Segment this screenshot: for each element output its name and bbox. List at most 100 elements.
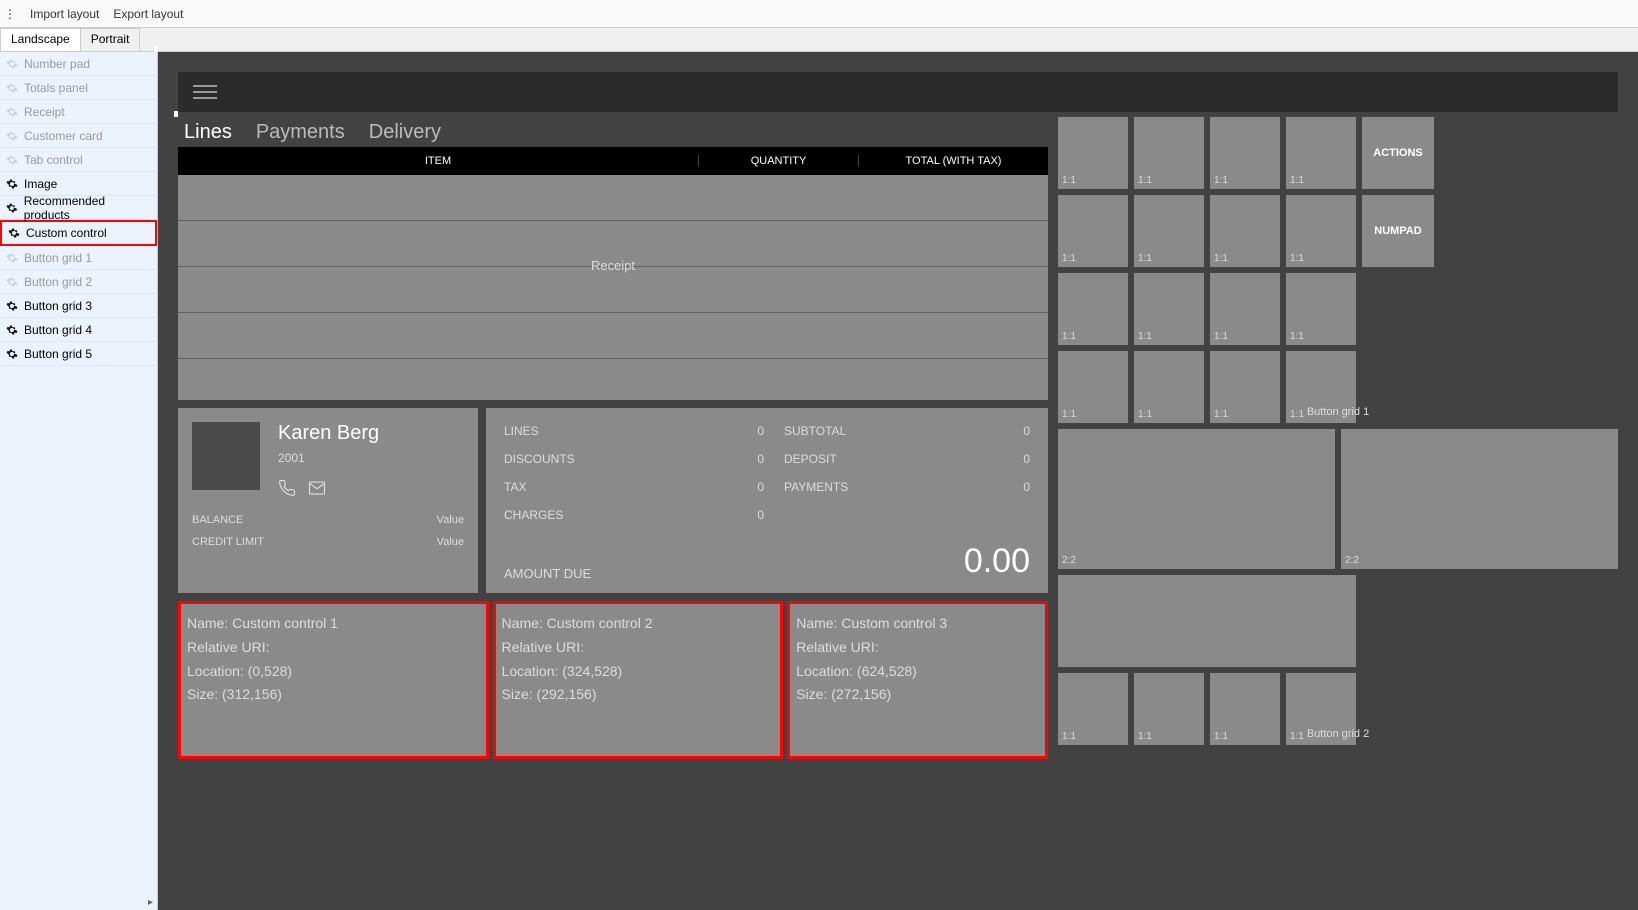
sidebar-item-label: Button grid 1 <box>24 251 92 265</box>
button-grid-full[interactable] <box>1058 575 1618 667</box>
totals-charges-label: CHARGES <box>504 508 644 522</box>
resize-handle[interactable] <box>174 111 176 117</box>
grid-cell[interactable]: 1:1 <box>1286 195 1356 267</box>
orientation-tabs: Landscape Portrait <box>0 28 1638 52</box>
actions-button[interactable]: ACTIONS <box>1362 117 1434 189</box>
sidebar-item-label: Customer card <box>24 129 103 143</box>
custom-control-panel[interactable]: Name: Custom control 3Relative URI:Locat… <box>787 601 1048 759</box>
sidebar-item-label: Button grid 5 <box>24 347 92 361</box>
grid-cell[interactable]: 1:1 <box>1058 273 1128 345</box>
button-grid-top[interactable]: 1:1 1:1 1:1 1:1 1:1 1:1 1:1 1:1 <box>1058 117 1356 267</box>
grid-cell[interactable]: 1:1 <box>1210 273 1280 345</box>
grid-cell[interactable]: 1:1 <box>1134 117 1204 189</box>
sidebar-item: Button grid 2 <box>0 270 157 294</box>
grid-cell[interactable]: 1:1 <box>1286 273 1356 345</box>
sidebar-collapse-icon[interactable]: ▸ <box>146 895 155 910</box>
sidebar-item: Tab control <box>0 148 157 172</box>
mail-icon[interactable] <box>307 479 327 497</box>
sidebar-item[interactable]: Image <box>0 172 157 196</box>
sidebar-item[interactable]: Button grid 5 <box>0 342 157 366</box>
button-grid-2-panel[interactable]: 1:1 1:1 1:1 1:1 Button grid 2 <box>1058 673 1618 745</box>
grid-cell[interactable]: 1:1 <box>1058 117 1128 189</box>
totals-lines-label: LINES <box>504 424 644 438</box>
grid-cell[interactable]: 1:1 <box>1134 273 1204 345</box>
receipt-tabs: Lines Payments Delivery <box>178 117 1048 147</box>
custom-control-panel[interactable]: Name: Custom control 2Relative URI:Locat… <box>493 601 784 759</box>
gear-icon <box>6 202 18 214</box>
sidebar-item: Customer card <box>0 124 157 148</box>
sidebar-item[interactable]: Custom control <box>0 220 157 246</box>
grid-cell[interactable] <box>1058 575 1356 667</box>
receipt-tab-payments[interactable]: Payments <box>256 121 345 144</box>
gear-icon <box>6 324 18 336</box>
customer-card-panel[interactable]: Karen Berg 2001 BALANCEValue CREDIT LIMI… <box>178 408 478 593</box>
tab-landscape[interactable]: Landscape <box>0 28 81 51</box>
custom-control-panel[interactable]: Name: Custom control 1Relative URI:Locat… <box>178 601 489 759</box>
cc-uri: Relative URI: <box>502 636 775 660</box>
totals-subtotal-label: SUBTOTAL <box>764 424 930 438</box>
sidebar-item[interactable]: Button grid 4 <box>0 318 157 342</box>
toolbar-grip-icon: ⋮ <box>4 7 16 21</box>
grid-cell[interactable]: 1:1 <box>1210 195 1280 267</box>
button-grid-1-panel[interactable]: 1:1 1:1 1:1 1:1 1:1 1:1 1:1 1:1 Button g… <box>1058 273 1618 423</box>
receipt-body-label: Receipt <box>178 258 1048 273</box>
layout-canvas[interactable]: Lines Payments Delivery ITEM QUANTITY TO… <box>158 52 1638 910</box>
totals-charges-value: 0 <box>644 508 764 522</box>
numpad-button[interactable]: NUMPAD <box>1362 195 1434 267</box>
sidebar-item: Totals panel <box>0 76 157 100</box>
gear-icon <box>6 348 18 360</box>
gear-icon <box>8 227 20 239</box>
sidebar-item[interactable]: Recommended products <box>0 196 157 220</box>
sidebar-item-label: Button grid 3 <box>24 299 92 313</box>
grid-cell[interactable]: 2:2 <box>1341 429 1618 569</box>
col-item: ITEM <box>178 155 698 167</box>
custom-controls-row: Name: Custom control 1Relative URI:Locat… <box>178 601 1048 759</box>
receipt-grid-header: ITEM QUANTITY TOTAL (WITH TAX) <box>178 147 1048 175</box>
grid-cell[interactable]: 1:1 <box>1210 117 1280 189</box>
button-grid-1-label: Button grid 1 <box>1058 406 1618 418</box>
sidebar-item: Receipt <box>0 100 157 124</box>
button-grid-2x2[interactable]: 2:2 2:2 <box>1058 429 1618 569</box>
totals-panel[interactable]: LINES 0 SUBTOTAL 0 DISCOUNTS 0 DEPOSIT 0 <box>486 408 1048 593</box>
resize-handle[interactable] <box>154 46 156 52</box>
button-grid-2-label: Button grid 2 <box>1058 728 1618 740</box>
sidebar-item-label: Custom control <box>26 226 107 240</box>
sidebar-item: Number pad <box>0 52 157 76</box>
sidebar-item: Button grid 1 <box>0 246 157 270</box>
cc-size: Size: (312,156) <box>187 683 480 707</box>
phone-icon[interactable] <box>278 479 296 497</box>
totals-deposit-value: 0 <box>930 452 1030 466</box>
grid-cell[interactable]: 2:2 <box>1058 429 1335 569</box>
gear-icon <box>6 300 18 312</box>
totals-discounts-label: DISCOUNTS <box>504 452 644 466</box>
cc-location: Location: (324,528) <box>502 660 775 684</box>
hamburger-icon[interactable] <box>193 85 217 99</box>
sidebar-item-label: Recommended products <box>24 194 151 222</box>
balance-value: Value <box>437 514 464 526</box>
sidebar-item[interactable]: Button grid 3 <box>0 294 157 318</box>
sidebar-item-label: Button grid 2 <box>24 275 92 289</box>
tab-portrait[interactable]: Portrait <box>80 28 141 51</box>
cc-name: Name: Custom control 3 <box>796 612 1039 636</box>
export-layout-button[interactable]: Export layout <box>113 7 183 21</box>
receipt-tab-delivery[interactable]: Delivery <box>369 121 441 144</box>
gear-icon <box>6 58 18 70</box>
import-layout-button[interactable]: Import layout <box>30 7 99 21</box>
grid-cell[interactable]: 1:1 <box>1286 117 1356 189</box>
receipt-tab-lines[interactable]: Lines <box>184 121 232 144</box>
amount-due-label: AMOUNT DUE <box>504 566 591 581</box>
cc-location: Location: (624,528) <box>796 660 1039 684</box>
totals-subtotal-value: 0 <box>930 424 1030 438</box>
cc-name: Name: Custom control 2 <box>502 612 775 636</box>
sidebar-item-label: Number pad <box>24 57 90 71</box>
grid-cell[interactable]: 1:1 <box>1134 195 1204 267</box>
component-sidebar: Number pad Totals panelReceipt Customer ca… <box>0 52 158 910</box>
totals-lines-value: 0 <box>644 424 764 438</box>
totals-payments-label: PAYMENTS <box>764 480 930 494</box>
toolbar: ⋮ Import layout Export layout <box>0 0 1638 28</box>
receipt-body[interactable]: Receipt <box>178 175 1048 400</box>
avatar <box>192 422 260 490</box>
grid-cell[interactable]: 1:1 <box>1058 195 1128 267</box>
sidebar-item-label: Image <box>24 177 57 191</box>
receipt-panel[interactable]: Lines Payments Delivery ITEM QUANTITY TO… <box>178 117 1048 400</box>
